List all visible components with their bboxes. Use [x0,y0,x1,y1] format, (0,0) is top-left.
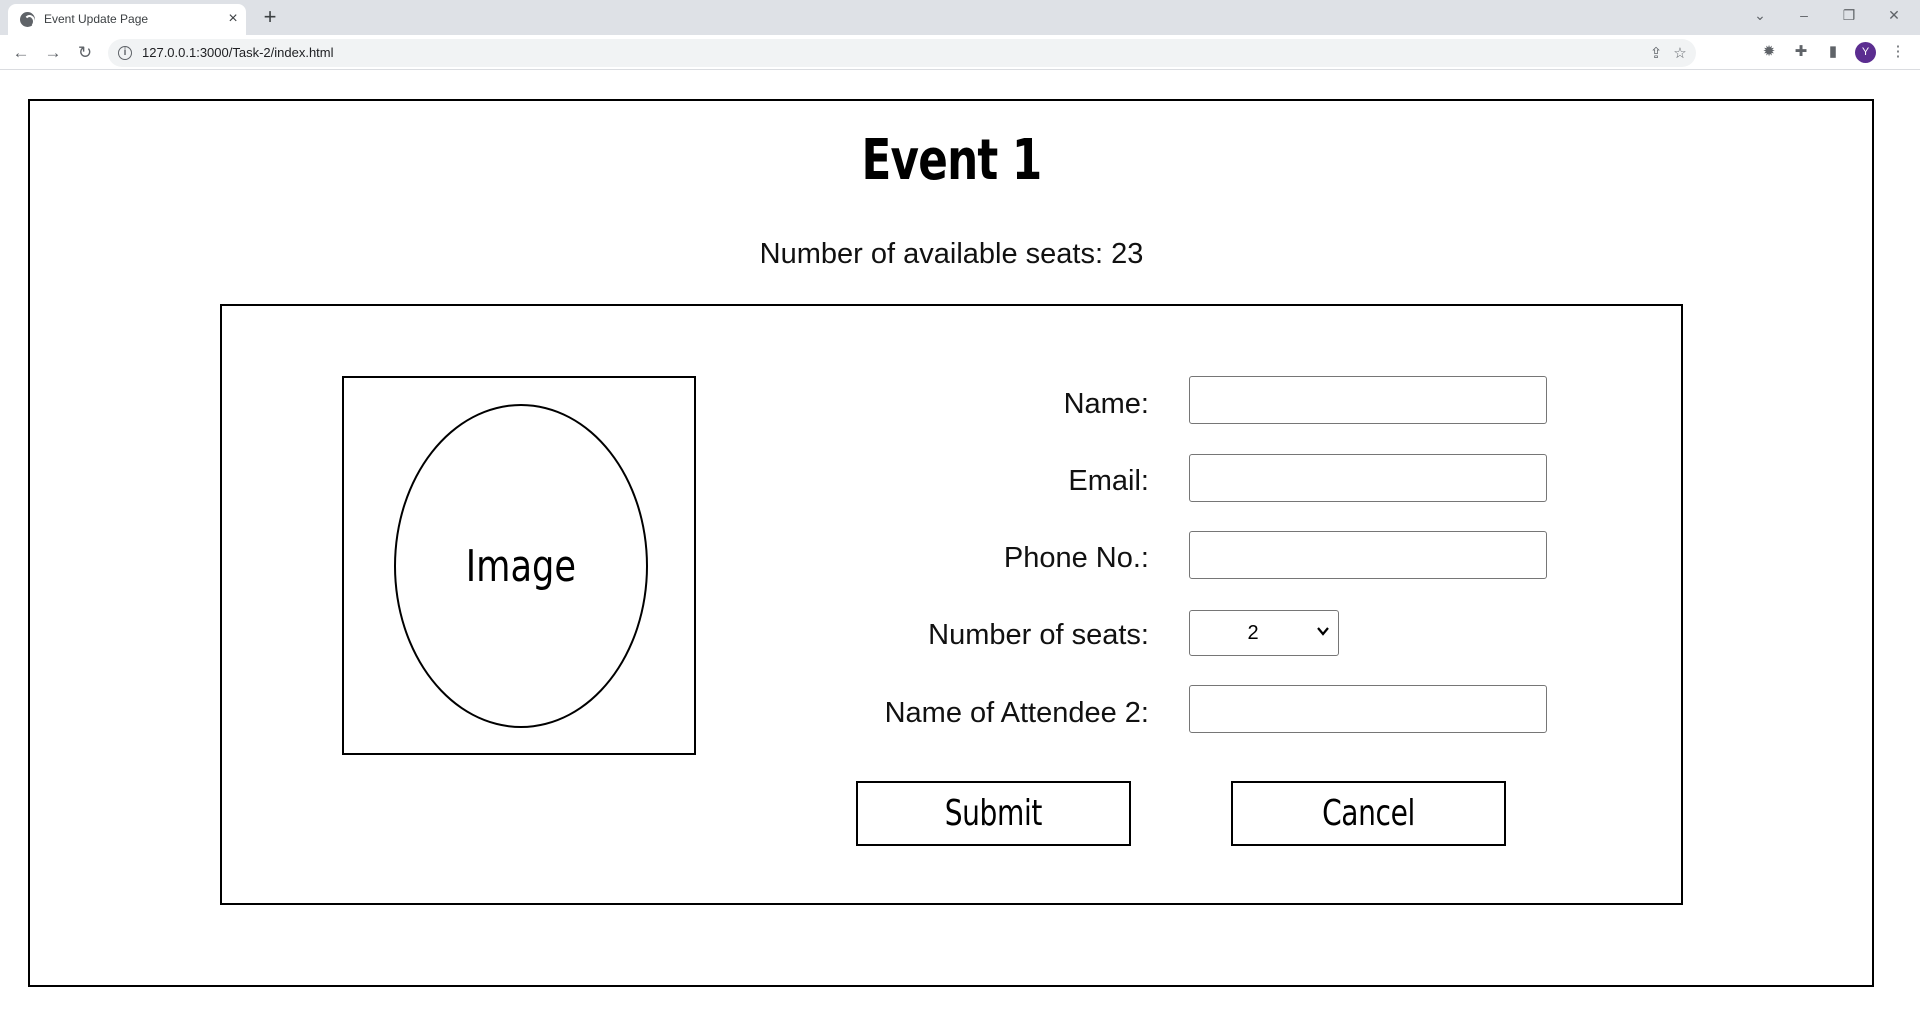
puzzle-icon[interactable]: ✚ [1790,41,1812,63]
seats-select[interactable]: 2 [1189,610,1339,656]
browser-tab[interactable]: Event Update Page × [8,4,246,35]
cancel-button-label: Cancel [1322,793,1415,834]
image-label: Image [465,540,577,592]
browser-tabstrip: Event Update Page × + ⌄ – ❐ ✕ [0,0,1920,35]
reload-icon[interactable]: ↻ [73,41,97,65]
available-seats-text: Number of available seats: 23 [759,238,1144,270]
share-icon[interactable]: ⇪ [1646,44,1666,64]
tab-search-icon[interactable]: ⌄ [1745,4,1775,26]
seats-label: Number of seats: [928,619,1149,651]
chevron-down-icon [1317,627,1329,636]
name-input[interactable] [1189,376,1547,424]
submit-button[interactable]: Submit [856,781,1131,846]
email-input[interactable] [1189,454,1547,502]
info-icon[interactable]: i [118,46,132,60]
email-label: Email: [1068,465,1149,497]
name-label: Name: [1063,388,1149,420]
cancel-button[interactable]: Cancel [1231,781,1506,846]
extension-bug-icon[interactable]: ✹ [1758,41,1780,63]
phone-input[interactable] [1189,531,1547,579]
minimize-icon[interactable]: – [1789,4,1819,26]
close-icon[interactable]: × [224,10,242,28]
url-text[interactable]: 127.0.0.1:3000/Task-2/index.html [142,45,334,60]
tab-title: Event Update Page [44,12,149,26]
submit-button-label: Submit [944,793,1043,834]
image-frame: Image [342,376,696,755]
back-icon[interactable]: ← [9,41,33,65]
restore-icon[interactable]: ❐ [1834,4,1864,26]
phone-label: Phone No.: [1003,542,1149,574]
browser-toolbar: ← → ↻ i 127.0.0.1:3000/Task-2/index.html… [0,35,1920,70]
new-tab-button[interactable]: + [258,5,282,29]
attendee-label: Name of Attendee 2: [884,697,1149,729]
attendee-input[interactable] [1189,685,1547,733]
avatar[interactable]: Y [1855,42,1876,63]
forward-icon[interactable]: → [41,41,65,65]
page-title: Event 1 [861,128,1042,193]
window-close-icon[interactable]: ✕ [1879,4,1909,26]
side-panel-icon[interactable]: ▮ [1822,41,1844,63]
image-placeholder: Image [394,404,648,728]
star-icon[interactable]: ☆ [1670,44,1690,64]
menu-icon[interactable]: ⋮ [1887,41,1909,63]
seats-select-value: 2 [1247,622,1259,644]
globe-icon [20,12,35,28]
address-bar[interactable]: i 127.0.0.1:3000/Task-2/index.html ⇪ ☆ [108,39,1696,67]
